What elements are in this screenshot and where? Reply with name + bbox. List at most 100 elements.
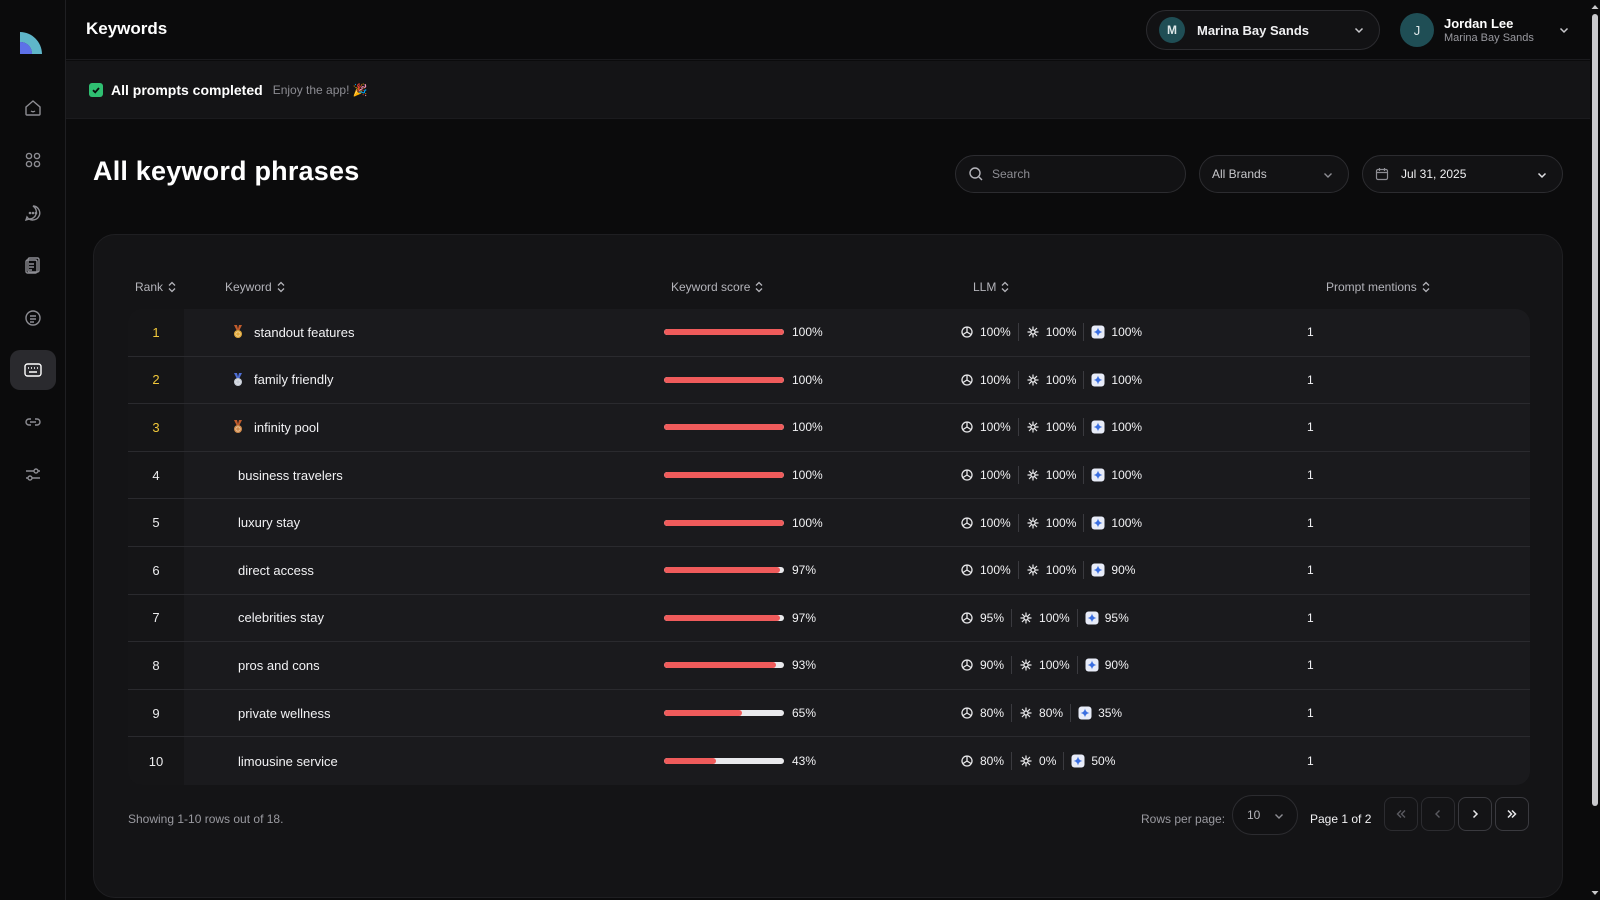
- openai-icon: [961, 659, 973, 672]
- llm-cell: 90% 100% 90%: [960, 642, 1129, 689]
- app-logo[interactable]: [18, 30, 44, 56]
- mentions-cell: 1: [1307, 420, 1314, 435]
- claude-icon: [1027, 374, 1039, 386]
- score-cell: 100%: [664, 357, 823, 404]
- llm-score-value: 100%: [1045, 325, 1077, 340]
- llm-score-value: 0%: [1039, 754, 1057, 769]
- claude-icon: [1020, 755, 1032, 767]
- table-row[interactable]: 5 luxury stay 100% 100% 100% 100% 1: [128, 499, 1530, 547]
- column-label: Prompt mentions: [1326, 280, 1417, 294]
- scrollbar-thumb[interactable]: [1592, 14, 1598, 806]
- rows-per-page-label: Rows per page:: [1141, 812, 1226, 826]
- table-row[interactable]: 10 limousine service 43% 80% 0% 50% 1: [128, 737, 1530, 785]
- score-bar: [664, 614, 784, 621]
- llm-score-value: 35%: [1098, 706, 1123, 721]
- scroll-down-icon[interactable]: [1591, 889, 1599, 897]
- keyword-cell: infinity pool: [232, 404, 319, 451]
- llm-score-value: 100%: [980, 468, 1011, 483]
- top-bar: Keywords M Marina Bay Sands J Jordan Lee…: [66, 0, 1590, 60]
- chevron-down-icon: [1324, 173, 1332, 178]
- table-row[interactable]: 4 business travelers 100% 100% 100% 100% 1: [128, 451, 1530, 500]
- llm-score: 0%: [1019, 754, 1056, 768]
- gemini-icon: [1091, 325, 1105, 339]
- column-header-llm[interactable]: LLM: [973, 280, 1010, 294]
- gemini-icon: [1078, 706, 1092, 720]
- mentions-cell: 1: [1307, 706, 1314, 721]
- nav-prompts[interactable]: [10, 193, 56, 233]
- table-row[interactable]: 2 family friendly 100% 100% 100% 100% 1: [128, 356, 1530, 405]
- scroll-up-icon[interactable]: [1591, 3, 1599, 11]
- score-bar: [664, 329, 784, 336]
- column-header-rank[interactable]: Rank: [135, 280, 177, 294]
- nav-links[interactable]: [10, 402, 56, 442]
- page-scrollbar[interactable]: [1590, 0, 1600, 900]
- keyword-text: direct access: [238, 562, 314, 578]
- date-filter-select[interactable]: Jul 31, 2025: [1362, 155, 1563, 193]
- nav-reports[interactable]: [10, 298, 56, 338]
- status-subtitle: Enjoy the app! 🎉: [272, 82, 368, 97]
- search-box[interactable]: [955, 155, 1186, 193]
- score-bar: [664, 710, 784, 717]
- nav-documents[interactable]: [10, 245, 56, 285]
- sort-icon: [168, 281, 176, 293]
- first-page-button[interactable]: [1384, 797, 1418, 831]
- score-cell: 93%: [664, 642, 816, 689]
- search-input[interactable]: [992, 167, 1172, 181]
- app-root: Keywords M Marina Bay Sands J Jordan Lee…: [0, 0, 1600, 900]
- llm-score: 100%: [960, 468, 1011, 482]
- llm-cell: 100% 100% 90%: [960, 547, 1135, 594]
- rows-per-page-select[interactable]: 10: [1232, 795, 1298, 835]
- table-row[interactable]: 3 infinity pool 100% 100% 100% 100% 1: [128, 404, 1530, 452]
- llm-score: 100%: [1026, 563, 1076, 577]
- table-row[interactable]: 6 direct access 97% 100% 100% 90% 1: [128, 546, 1530, 595]
- settings-sliders-icon: [26, 468, 40, 481]
- openai-icon: [961, 374, 973, 386]
- keyword-text: infinity pool: [254, 419, 320, 435]
- divider: [1017, 561, 1019, 580]
- sort-icon: [277, 281, 285, 293]
- llm-score-value: 100%: [1111, 325, 1143, 340]
- score-value: 100%: [792, 515, 823, 530]
- llm-cell: 100% 100% 100%: [960, 357, 1142, 404]
- medal-icon: [234, 420, 242, 434]
- llm-score-value: 80%: [1039, 706, 1064, 721]
- table-row[interactable]: 1 standout features 100% 100% 100% 100% 1: [128, 309, 1530, 357]
- nav-keywords[interactable]: [10, 350, 56, 390]
- next-page-button[interactable]: [1458, 797, 1492, 831]
- nav-dashboard[interactable]: [10, 140, 56, 180]
- llm-score-value: 90%: [1111, 563, 1136, 578]
- user-menu[interactable]: J Jordan Lee Marina Bay Sands: [1400, 12, 1570, 48]
- score-value: 65%: [792, 706, 817, 721]
- nav-settings[interactable]: [10, 454, 56, 494]
- table-row[interactable]: 9 private wellness 65% 80% 80% 35% 1: [128, 689, 1530, 738]
- last-page-button[interactable]: [1495, 797, 1529, 831]
- nav-home[interactable]: [10, 88, 56, 128]
- chevron-left-icon: [1435, 810, 1440, 818]
- keywords-card: Rank Keyword Keyword score LLM Prompt me…: [93, 234, 1563, 898]
- brand-selector[interactable]: M Marina Bay Sands: [1146, 10, 1380, 50]
- table-row[interactable]: 8 pros and cons 93% 90% 100% 90% 1: [128, 642, 1530, 690]
- score-cell: 97%: [664, 547, 816, 594]
- column-header-score[interactable]: Keyword score: [671, 280, 764, 294]
- rank-cell: 3: [128, 404, 184, 451]
- link-icon: [25, 418, 41, 426]
- llm-score: 100%: [960, 516, 1011, 530]
- previous-page-button[interactable]: [1421, 797, 1455, 831]
- column-label: Keyword score: [671, 280, 751, 294]
- column-header-mentions[interactable]: Prompt mentions: [1326, 280, 1431, 294]
- column-header-keyword[interactable]: Keyword: [225, 280, 286, 294]
- score-value: 100%: [792, 468, 823, 483]
- divider: [1083, 513, 1085, 532]
- table-row[interactable]: 7 celebrities stay 97% 95% 100% 95% 1: [128, 594, 1530, 643]
- score-cell: 100%: [664, 499, 823, 546]
- divider: [1076, 608, 1078, 627]
- home-icon: [25, 100, 41, 116]
- sort-icon: [1422, 281, 1430, 293]
- divider: [1017, 323, 1019, 342]
- brand-filter-select[interactable]: All Brands: [1199, 155, 1349, 193]
- brand-avatar: M: [1159, 17, 1185, 43]
- sort-icon: [1001, 281, 1009, 293]
- llm-score-value: 100%: [1039, 658, 1070, 673]
- llm-score: 35%: [1078, 706, 1122, 720]
- score-bar-fill: [664, 567, 781, 574]
